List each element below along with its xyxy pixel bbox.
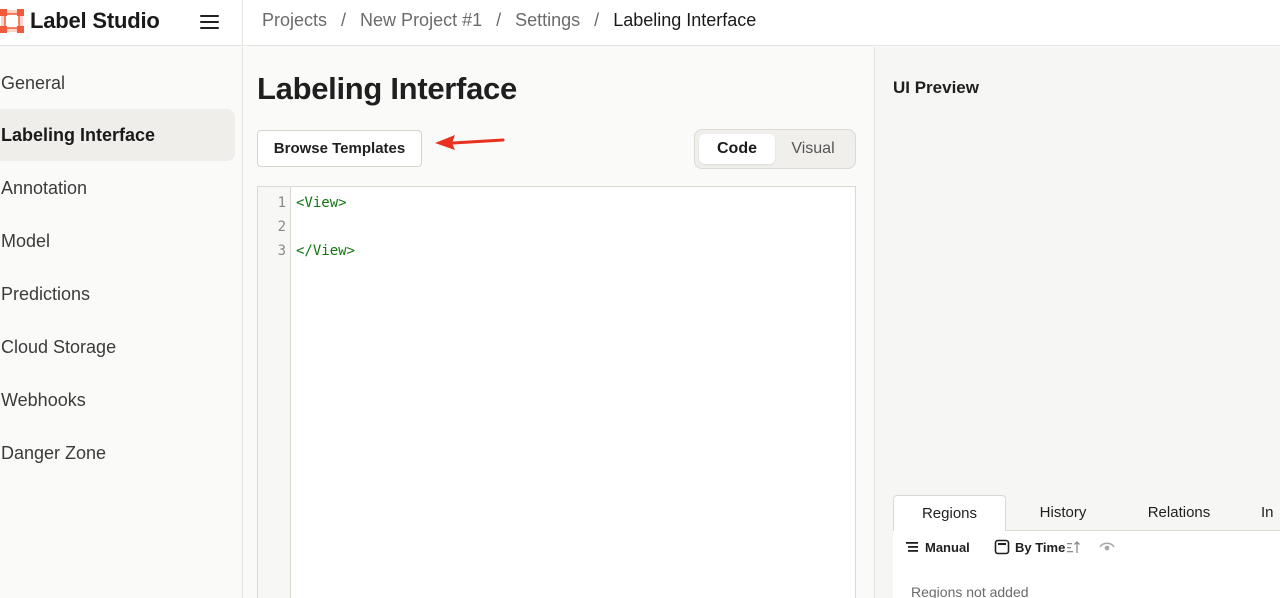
breadcrumb-separator: / xyxy=(341,10,347,30)
line-number: 2 xyxy=(277,219,286,235)
breadcrumb-projects[interactable]: Projects xyxy=(262,10,327,30)
regions-empty-message: Regions not added xyxy=(911,584,1029,598)
code-editor[interactable]: 1 2 3 <View> </View> xyxy=(257,186,856,598)
ui-preview-panel: UI Preview Regions History Relations In … xyxy=(874,47,1280,598)
by-time-label: By Time xyxy=(1015,540,1066,555)
page-title: Labeling Interface xyxy=(257,71,517,106)
code-tab[interactable]: Code xyxy=(699,134,775,164)
tab-info[interactable]: In xyxy=(1261,495,1280,531)
manual-order-button[interactable]: Manual xyxy=(905,539,977,557)
manual-label: Manual xyxy=(925,540,970,555)
by-time-button[interactable]: By Time xyxy=(994,539,1086,557)
breadcrumb: Projects / New Project #1 / Settings / Labelin… xyxy=(262,10,756,31)
preview-title: UI Preview xyxy=(893,78,979,97)
preview-tab-bar: Regions History Relations In xyxy=(893,495,1280,532)
browse-templates-button[interactable]: Browse Templates xyxy=(257,130,422,167)
sidebar-item-model[interactable]: Model xyxy=(0,215,235,267)
sidebar-item-cloud-storage[interactable]: Cloud Storage xyxy=(0,321,235,373)
line-number-gutter: 1 2 3 xyxy=(258,187,291,598)
line-number: 1 xyxy=(277,195,286,211)
code-line[interactable]: <View> xyxy=(296,195,347,211)
settings-sidebar: General Labeling Interface Annotation Mo… xyxy=(0,47,243,598)
code-visual-toggle: Code Visual xyxy=(694,129,856,169)
sidebar-item-predictions[interactable]: Predictions xyxy=(0,268,235,320)
eye-icon[interactable] xyxy=(1099,540,1115,554)
sidebar-item-general[interactable]: General xyxy=(0,57,235,109)
sort-direction-icon xyxy=(1067,541,1080,553)
sidebar-item-webhooks[interactable]: Webhooks xyxy=(0,374,235,426)
list-order-icon xyxy=(906,542,918,552)
brand-area: Label Studio xyxy=(0,0,243,46)
breadcrumb-separator: / xyxy=(594,10,600,30)
labeling-config-panel: Labeling Interface Browse Templates Code… xyxy=(243,47,874,598)
sidebar-item-labeling-interface[interactable]: Labeling Interface xyxy=(0,109,235,161)
top-bar: Label Studio Projects / New Project #1 / Set… xyxy=(0,0,1280,46)
breadcrumb-separator: / xyxy=(496,10,502,30)
visual-tab[interactable]: Visual xyxy=(775,134,851,164)
tab-history[interactable]: History xyxy=(1006,495,1120,531)
hamburger-menu-icon[interactable] xyxy=(199,12,221,32)
app-name: Label Studio xyxy=(30,8,160,33)
tab-regions[interactable]: Regions xyxy=(893,495,1006,532)
breadcrumb-settings[interactable]: Settings xyxy=(515,10,580,30)
tab-relations[interactable]: Relations xyxy=(1120,495,1238,531)
breadcrumb-project[interactable]: New Project #1 xyxy=(360,10,482,30)
label-studio-logo-icon[interactable] xyxy=(0,9,24,33)
regions-panel: Manual By Time Regions not added xyxy=(893,531,1280,598)
red-arrow-annotation-icon xyxy=(435,135,505,150)
breadcrumb-current: Labeling Interface xyxy=(613,10,757,30)
code-line[interactable]: </View> xyxy=(296,243,355,259)
clock-icon xyxy=(994,539,1010,555)
sidebar-item-annotation[interactable]: Annotation xyxy=(0,162,235,214)
sidebar-item-danger-zone[interactable]: Danger Zone xyxy=(0,427,235,479)
line-number: 3 xyxy=(277,243,286,259)
